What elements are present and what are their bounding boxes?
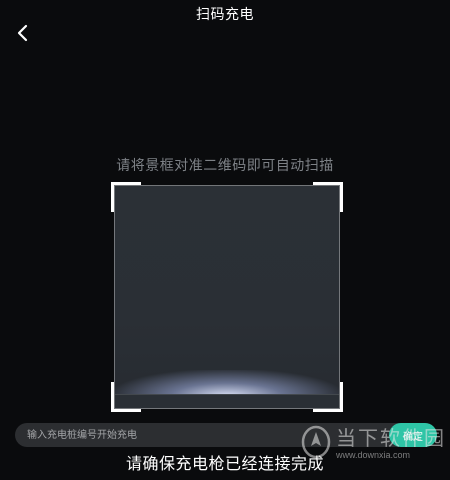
scan-charge-screen: 扫码充电 请将景框对准二维码即可自动扫描 确定 请确保充电枪已经连接完成 当下软… xyxy=(0,0,450,480)
frame-corner-top-right xyxy=(313,182,343,212)
scan-base xyxy=(115,394,339,408)
frame-corner-bottom-left xyxy=(111,382,141,412)
camera-viewfinder xyxy=(114,185,340,409)
scan-line xyxy=(115,370,339,396)
frame-corner-top-left xyxy=(111,182,141,212)
charger-number-input[interactable] xyxy=(27,423,327,447)
connection-note: 请确保充电枪已经连接完成 xyxy=(125,454,324,473)
page-title: 扫码充电 xyxy=(196,7,254,23)
confirm-button[interactable]: 确定 xyxy=(389,423,437,447)
scan-hint: 请将景框对准二维码即可自动扫描 xyxy=(116,158,334,174)
header: 扫码充电 xyxy=(0,0,450,60)
charger-number-bar: 确定 xyxy=(15,423,437,447)
scan-frame xyxy=(111,182,343,412)
back-arrow-icon xyxy=(17,24,28,42)
frame-corner-bottom-right xyxy=(313,382,343,412)
